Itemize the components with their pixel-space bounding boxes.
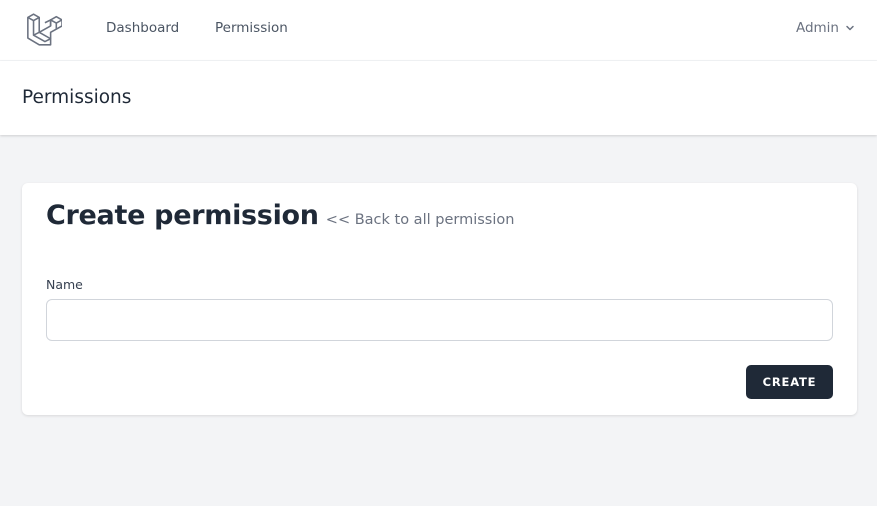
laravel-logo-icon[interactable]: [25, 11, 63, 48]
user-menu-dropdown[interactable]: Admin: [796, 20, 855, 36]
top-navigation: Dashboard Permission Admin: [0, 0, 877, 61]
nav-link-dashboard[interactable]: Dashboard: [106, 20, 179, 36]
name-label: Name: [46, 277, 83, 292]
create-permission-card: Create permission << Back to all permiss…: [22, 183, 857, 415]
nav-link-permission[interactable]: Permission: [215, 20, 288, 36]
form-heading: Create permission: [46, 200, 319, 231]
name-input[interactable]: [46, 299, 833, 341]
page-header: Permissions: [0, 61, 877, 135]
user-name: Admin: [795, 20, 839, 36]
back-to-all-permission-link[interactable]: << Back to all permission: [326, 212, 515, 228]
chevron-down-icon: [845, 23, 855, 33]
create-button[interactable]: CREATE: [746, 365, 833, 399]
card-title: Create permission << Back to all permiss…: [46, 200, 514, 231]
page-title: Permissions: [22, 87, 132, 108]
